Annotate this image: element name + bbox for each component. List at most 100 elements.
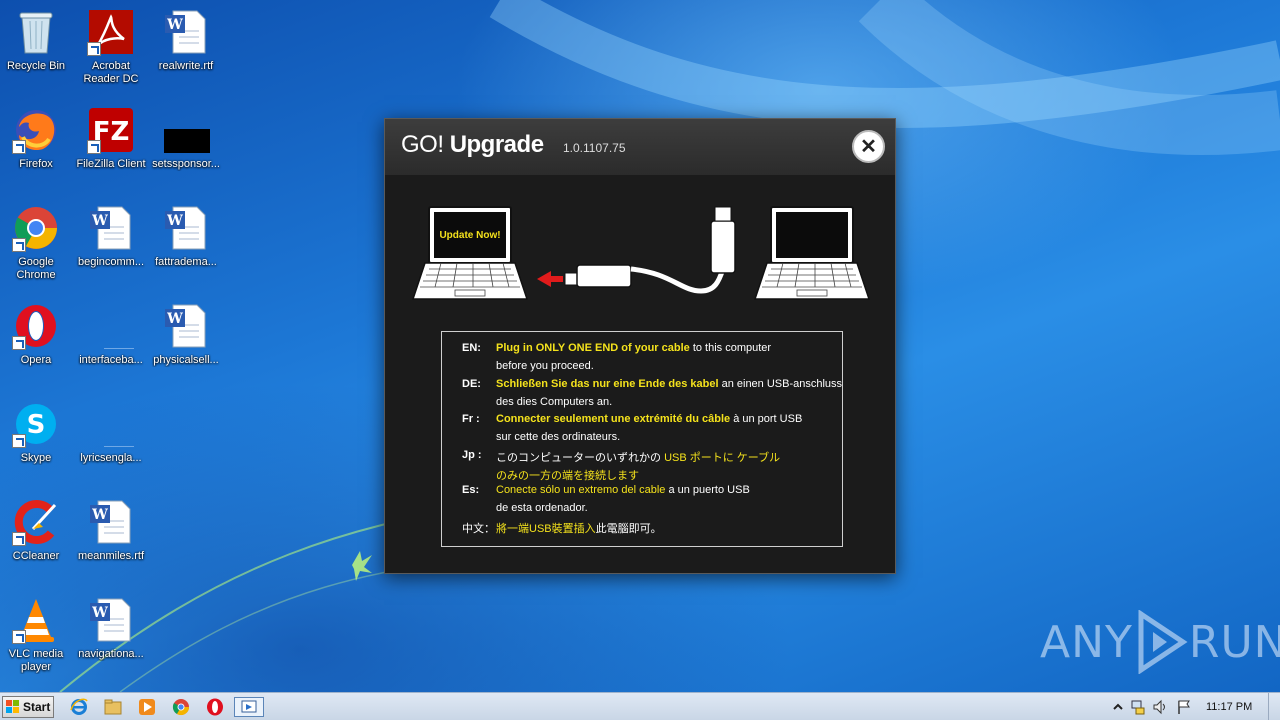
svg-text:W: W	[91, 507, 108, 523]
instruction-jp: Jp : このコンピューターのいずれかの USB ポートに ケーブル のみの一方…	[442, 449, 842, 485]
svg-text:W: W	[166, 213, 183, 229]
dialog-title-bar[interactable]: GO! Upgrade 1.0.1107.75 ✕	[385, 119, 895, 175]
vlc-icon	[12, 596, 60, 644]
desktop-icon-google-chrome[interactable]: Google Chrome	[0, 200, 74, 292]
taskbar-chrome[interactable]	[170, 697, 192, 717]
word-document-icon: W	[162, 204, 210, 252]
instruction-de: DE: Schließen Sie das nur eine Ende des …	[442, 378, 842, 414]
desktop-icon-lyricsengla[interactable]: lyricsengla...	[73, 396, 149, 488]
word-document-icon: W	[87, 498, 135, 546]
acrobat-reader-icon	[87, 8, 135, 56]
instructions-box: EN: Plug in ONLY ONE END of your cable t…	[441, 331, 843, 547]
desktop-icon-ccleaner[interactable]: CCleaner	[0, 494, 74, 586]
desktop-icon-realwrite[interactable]: W realwrite.rtf	[148, 4, 224, 96]
show-hidden-icons-chevron[interactable]	[1110, 699, 1126, 715]
desktop-icon-label: Acrobat Reader DC	[83, 60, 139, 85]
desktop-icon-filezilla[interactable]: FZ FileZilla Client	[73, 102, 149, 194]
desktop-icon-interfaceba[interactable]: interfaceba...	[73, 298, 149, 390]
dialog-version: 1.0.1107.75	[563, 141, 626, 155]
shortcut-arrow-icon	[12, 434, 26, 448]
desktop-icon-label: Opera	[20, 354, 52, 366]
desktop-icon-navigationa[interactable]: W navigationa...	[73, 592, 149, 684]
desktop-icon-firefox[interactable]: Firefox	[0, 102, 74, 194]
opera-icon	[207, 698, 223, 716]
action-center-flag-icon[interactable]	[1176, 699, 1192, 715]
desktop: Recycle Bin Firefox Google Chrome Opera …	[0, 0, 1280, 692]
desktop-icon-fattradema[interactable]: W fattradema...	[148, 200, 224, 292]
ccleaner-icon	[12, 498, 60, 546]
desktop-icon-physicalsell[interactable]: W physicalsell...	[148, 298, 224, 390]
shortcut-arrow-icon	[12, 238, 26, 252]
taskbar-go-upgrade[interactable]	[234, 697, 264, 717]
start-button[interactable]: Start	[2, 696, 54, 718]
shortcut-arrow-icon	[12, 630, 26, 644]
desktop-icon-begincomm[interactable]: W begincomm...	[73, 200, 149, 292]
close-button[interactable]: ✕	[852, 130, 885, 163]
desktop-icon-label: lyricsengla...	[80, 452, 142, 464]
instruction-line: 將一端USB裝置插入此電腦即可。	[496, 522, 662, 535]
language-code: Fr :	[462, 413, 480, 425]
language-code: Es:	[462, 484, 480, 496]
instruction-line: このコンピューターのいずれかの USB ポートに ケーブル	[496, 451, 781, 464]
anyrun-watermark: ANY RUN	[1040, 610, 1280, 674]
opera-icon	[12, 302, 60, 350]
desktop-icon-label: Skype	[20, 452, 52, 464]
desktop-icon-label: navigationa...	[78, 648, 144, 660]
instruction-zh: 中文： 將一端USB裝置插入此電腦即可。	[442, 520, 842, 556]
taskbar-explorer[interactable]	[102, 697, 124, 717]
svg-text:W: W	[91, 213, 108, 229]
instruction-line: Connecter seulement une extrémité du câb…	[496, 413, 803, 425]
watermark-left: ANY	[1040, 616, 1133, 668]
instruction-line: Conecte sólo un extremo del cable a un p…	[496, 484, 750, 496]
taskbar-opera[interactable]	[204, 697, 226, 717]
desktop-icon-acrobat-reader[interactable]: Acrobat Reader DC	[73, 4, 149, 96]
usb-plug-icon	[564, 206, 736, 294]
desktop-icon-label: VLC media player	[8, 648, 64, 673]
word-document-icon: W	[162, 8, 210, 56]
svg-text:W: W	[166, 17, 183, 33]
desktop-icon-label: interfaceba...	[79, 354, 143, 366]
language-code: DE:	[462, 377, 481, 390]
start-label: Start	[23, 700, 51, 714]
instruction-es: Es: Conecte sólo un extremo del cable a …	[442, 484, 842, 520]
svg-text:W: W	[91, 605, 108, 621]
shortcut-arrow-icon	[87, 42, 101, 56]
svg-text:S: S	[27, 410, 46, 440]
skype-icon: S	[12, 400, 60, 448]
taskbar-internet-explorer[interactable]	[68, 697, 90, 717]
desktop-icon-opera[interactable]: Opera	[0, 298, 74, 390]
language-code: EN:	[462, 342, 481, 354]
chrome-icon	[12, 204, 60, 252]
shortcut-arrow-icon	[12, 336, 26, 350]
volume-icon[interactable]	[1152, 699, 1168, 715]
desktop-icon-setssponsor[interactable]: setssponsor...	[148, 102, 224, 194]
shortcut-arrow-icon	[12, 140, 26, 154]
svg-text:W: W	[166, 311, 183, 327]
desktop-icon-meanmiles[interactable]: W meanmiles.rtf	[73, 494, 149, 586]
desktop-icon-skype[interactable]: S Skype	[0, 396, 74, 488]
instruction-line: Plug in ONLY ONE END of your cable to th…	[496, 342, 772, 354]
desktop-icon-label: physicalsell...	[153, 354, 219, 366]
dialog-title-light: GO!	[401, 131, 444, 158]
desktop-icon-label: meanmiles.rtf	[77, 550, 145, 562]
desktop-icon-label: FileZilla Client	[76, 158, 146, 170]
network-icon[interactable]	[1130, 699, 1146, 715]
red-arrow-icon	[537, 271, 563, 287]
desktop-icon-label: CCleaner	[12, 550, 60, 562]
desktop-icon-label: realwrite.rtf	[158, 60, 214, 72]
shortcut-arrow-icon	[12, 532, 26, 546]
usb-cable-illustration: Update Now!	[411, 206, 871, 300]
system-tray	[1106, 693, 1280, 720]
black-file-icon	[162, 106, 210, 154]
instruction-fr: Fr : Connecter seulement une extrémité d…	[442, 413, 842, 449]
desktop-icon-vlc[interactable]: VLC media player	[0, 592, 74, 684]
show-desktop-button[interactable]	[1268, 693, 1280, 720]
desktop-icon-recycle-bin[interactable]: Recycle Bin	[0, 4, 74, 96]
play-triangle-icon	[1138, 610, 1188, 674]
desktop-icon-label: Firefox	[19, 158, 53, 170]
screen-update-text: Update Now!	[439, 230, 500, 241]
right-laptop-icon	[753, 206, 871, 300]
taskbar-media-player[interactable]	[136, 697, 158, 717]
taskbar-clock[interactable]: 11:17 PM	[1206, 701, 1252, 713]
go-upgrade-app-icon	[241, 700, 257, 713]
